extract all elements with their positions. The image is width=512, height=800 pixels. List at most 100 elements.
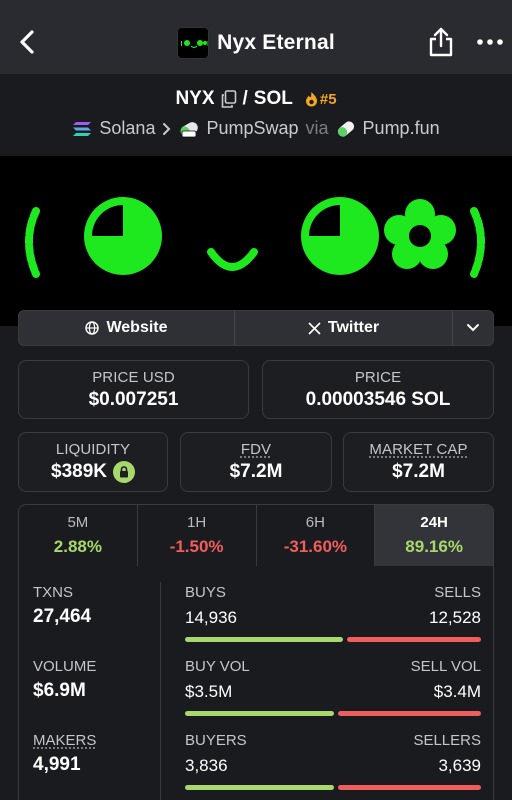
tab-label: 24H bbox=[420, 514, 448, 531]
more-links-button[interactable] bbox=[453, 311, 493, 345]
rank-badge[interactable]: #5 bbox=[305, 91, 337, 108]
rank-value: #5 bbox=[319, 90, 337, 108]
sell-vol-label: SELL VOL bbox=[410, 658, 481, 675]
txns-label: TXNS bbox=[33, 584, 74, 601]
fdv-card: FDV $7.2M bbox=[180, 432, 332, 492]
fdv-label[interactable]: FDV bbox=[181, 441, 331, 458]
buys-value: 14,936 bbox=[185, 608, 237, 627]
via-label: via bbox=[305, 118, 329, 138]
buyers-label: BUYERS bbox=[185, 732, 247, 749]
volume-label: VOLUME bbox=[33, 658, 97, 675]
price-usd-value: $0.007251 bbox=[88, 389, 179, 410]
dex-name[interactable]: PumpSwap bbox=[206, 118, 298, 139]
buy-vol-value: $3.5M bbox=[185, 682, 233, 701]
makers-value: 4,991 bbox=[33, 754, 81, 775]
liquidity-card: LIQUIDITY $389K bbox=[18, 432, 168, 492]
price-sol-value: 0.00003546 SOL bbox=[305, 389, 451, 410]
globe-icon bbox=[85, 321, 100, 335]
website-label: Website bbox=[106, 319, 168, 336]
sellers-value: 3,639 bbox=[438, 756, 481, 775]
sells-value: 12,528 bbox=[429, 608, 481, 627]
sellers-label: SELLERS bbox=[413, 732, 481, 749]
social-links: Website Twitter bbox=[18, 310, 494, 346]
chevron-down-icon bbox=[467, 324, 479, 332]
sell-vol-value: $3.4M bbox=[433, 682, 481, 701]
website-button[interactable]: Website bbox=[19, 311, 235, 345]
liquidity-label: LIQUIDITY bbox=[55, 441, 131, 458]
more-dots-icon bbox=[477, 39, 503, 45]
share-button[interactable] bbox=[427, 26, 455, 58]
tab-label: 6H bbox=[305, 514, 325, 531]
chain-name[interactable]: Solana bbox=[99, 118, 155, 139]
liquidity-value: $389K bbox=[51, 461, 107, 482]
price-usd-label: PRICE USD bbox=[92, 369, 175, 386]
market-cap-value: $7.2M bbox=[392, 461, 445, 482]
tab-6h[interactable]: 6H -31.60% bbox=[257, 505, 376, 566]
pair-row: NYX / SOL #5 bbox=[0, 88, 512, 110]
volume-bar bbox=[185, 711, 481, 716]
sellers-bar-fill bbox=[337, 785, 481, 790]
buys-sells-bar bbox=[185, 637, 481, 642]
copy-icon[interactable] bbox=[221, 90, 237, 108]
buyers-value: 3,836 bbox=[185, 756, 228, 775]
pair-separator: / bbox=[242, 88, 248, 109]
top-bar: Nyx Eternal bbox=[0, 0, 512, 74]
trading-stats: TXNS 27,464 VOLUME $6.9M MAKERS 4,991 BU… bbox=[18, 566, 494, 800]
x-logo-icon bbox=[308, 321, 321, 335]
token-avatar bbox=[177, 27, 210, 59]
liquidity-value-row: $389K bbox=[19, 461, 167, 483]
buys-sells-split: BUYS SELLS 14,936 12,528 bbox=[185, 584, 481, 642]
buy-vol-bar-fill bbox=[185, 711, 334, 716]
sells-bar-fill bbox=[346, 637, 481, 642]
pair-info: NYX / SOL #5 Solana PumpSwap via Pump.fu… bbox=[0, 74, 512, 156]
lock-icon[interactable] bbox=[113, 461, 135, 483]
token-banner-art bbox=[25, 197, 485, 278]
quote-symbol: SOL bbox=[253, 88, 293, 109]
volume-stat: VOLUME $6.9M bbox=[33, 658, 96, 702]
txns-stat: TXNS 27,464 bbox=[33, 584, 91, 628]
price-sol-card: PRICE 0.00003546 SOL bbox=[262, 360, 494, 419]
market-cap-card: MARKET CAP $7.2M bbox=[343, 432, 494, 492]
price-sol-label: PRICE bbox=[354, 369, 402, 386]
buyers-sellers-split: BUYERS SELLERS 3,836 3,639 bbox=[185, 732, 481, 790]
makers-stat: MAKERS 4,991 bbox=[33, 732, 96, 776]
tab-1h[interactable]: 1H -1.50% bbox=[138, 505, 257, 566]
page-title: Nyx Eternal bbox=[217, 31, 335, 54]
market-cap-label[interactable]: MARKET CAP bbox=[344, 441, 493, 458]
solana-icon bbox=[73, 121, 92, 136]
chevron-right-icon bbox=[163, 122, 171, 135]
buyers-bar-fill bbox=[185, 785, 334, 790]
tab-label: 1H bbox=[187, 514, 207, 531]
buyers-bar bbox=[185, 785, 481, 790]
timeframe-tabs: 5M 2.88% 1H -1.50% 6H -31.60% 24H 89.16% bbox=[18, 504, 494, 566]
stats-divider bbox=[160, 582, 161, 800]
token-banner bbox=[0, 156, 512, 326]
tab-change: -31.60% bbox=[283, 537, 348, 556]
tab-24h[interactable]: 24H 89.16% bbox=[375, 505, 493, 566]
share-icon bbox=[429, 27, 453, 57]
sells-label: SELLS bbox=[434, 584, 481, 601]
tab-5m[interactable]: 5M 2.88% bbox=[19, 505, 138, 566]
chain-row: Solana PumpSwap via Pump.fun bbox=[0, 118, 512, 139]
buy-sell-volume-split: BUY VOL SELL VOL $3.5M $3.4M bbox=[185, 658, 481, 716]
flame-icon bbox=[305, 92, 317, 107]
price-usd-card: PRICE USD $0.007251 bbox=[18, 360, 249, 419]
sell-vol-bar-fill bbox=[337, 711, 481, 716]
buys-label: BUYS bbox=[185, 584, 226, 601]
volume-value: $6.9M bbox=[33, 680, 86, 701]
txns-value: 27,464 bbox=[33, 606, 92, 627]
twitter-button[interactable]: Twitter bbox=[235, 311, 453, 345]
base-symbol: NYX bbox=[175, 88, 215, 109]
tab-label: 5M bbox=[67, 514, 89, 531]
pumpswap-icon bbox=[181, 121, 199, 137]
makers-label[interactable]: MAKERS bbox=[33, 732, 96, 749]
tab-change: -1.50% bbox=[169, 537, 224, 556]
tab-change: 89.16% bbox=[405, 537, 463, 556]
more-button[interactable] bbox=[474, 30, 506, 54]
twitter-label: Twitter bbox=[327, 319, 380, 336]
tab-change: 2.88% bbox=[53, 537, 102, 556]
fdv-value: $7.2M bbox=[229, 461, 283, 482]
buy-vol-label: BUY VOL bbox=[185, 658, 250, 675]
launchpad-name[interactable]: Pump.fun bbox=[363, 118, 440, 139]
buys-bar-fill bbox=[185, 637, 343, 642]
